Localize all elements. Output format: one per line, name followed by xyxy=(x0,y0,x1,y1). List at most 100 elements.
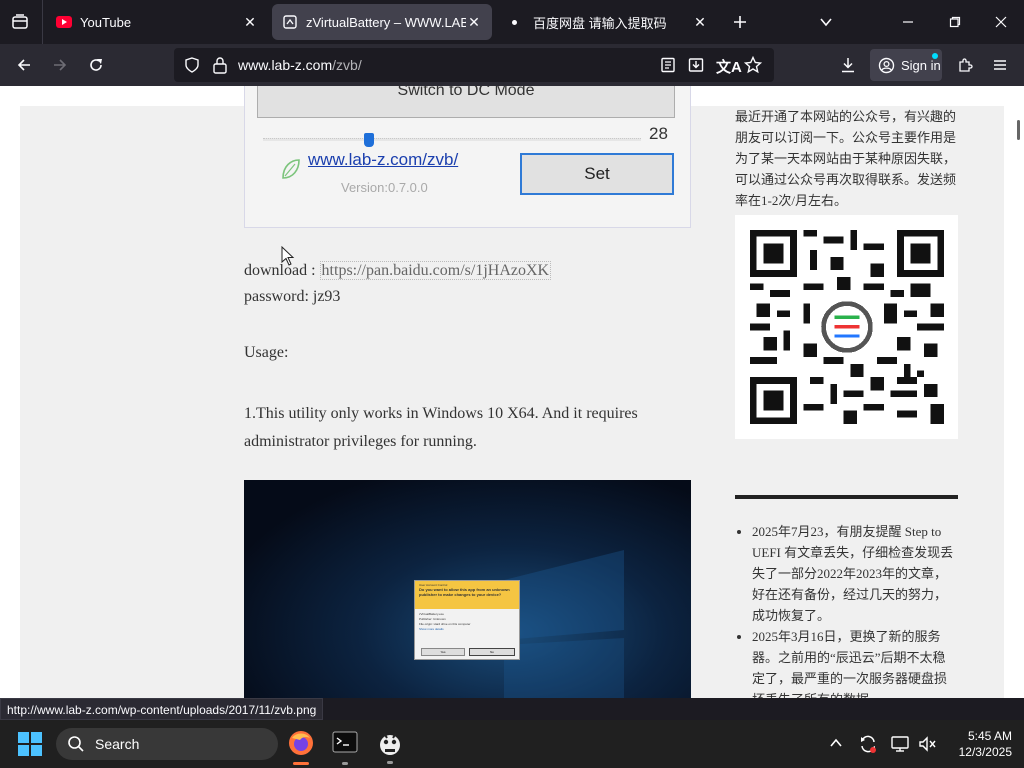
close-tab-icon[interactable]: ✕ xyxy=(692,14,708,30)
menu-button[interactable] xyxy=(988,53,1012,77)
sign-in-label: Sign in xyxy=(901,57,941,73)
youtube-icon xyxy=(56,16,72,28)
uac-dialog: User Account Control Do you want to allo… xyxy=(414,580,520,660)
taskbar-app-3[interactable] xyxy=(377,729,403,764)
tab-youtube[interactable]: YouTube ✕ xyxy=(46,4,268,40)
news-item-2: 2025年3月16日，更换了新的服务器。之前用的“辰迅云”后期不太稳定了，最严重… xyxy=(752,626,958,698)
clock-time: 5:45 AM xyxy=(967,729,1012,743)
sidebar-divider xyxy=(735,495,958,499)
tab-baidu[interactable]: 百度网盘 请输入提取码 ✕ xyxy=(496,4,718,40)
uac-question: Do you want to allow this app from an un… xyxy=(419,587,510,597)
puzzle-icon xyxy=(959,58,973,72)
close-tab-icon[interactable]: ✕ xyxy=(466,14,482,30)
news-list: 2025年7月23，有朋友提醒 Step to UEFI 有文章丢失，仔细检查发… xyxy=(735,521,958,698)
shield-icon[interactable] xyxy=(184,57,200,78)
forward-button[interactable] xyxy=(48,53,72,77)
taskbar-search[interactable]: Search xyxy=(56,728,278,760)
uac-screenshot-image[interactable]: User Account Control Do you want to allo… xyxy=(244,480,691,698)
set-button-image: Set xyxy=(520,153,674,195)
tray-sync-button[interactable] xyxy=(858,734,878,759)
page-scrollbar[interactable] xyxy=(1013,86,1024,698)
new-tab-button[interactable] xyxy=(728,10,752,34)
notification-dot-icon xyxy=(932,53,938,59)
search-icon xyxy=(68,736,84,752)
tray-overflow-button[interactable] xyxy=(829,736,843,755)
lock-icon[interactable] xyxy=(212,56,228,79)
navigation-bar: www.lab-z.com/zvb/ 文A Sign in xyxy=(0,44,1024,86)
volume-muted-icon xyxy=(919,736,936,752)
downloads-button[interactable] xyxy=(836,53,860,77)
mouse-cursor-icon xyxy=(281,246,295,266)
password-text: password: jz93 xyxy=(244,288,341,305)
taskbar-terminal[interactable] xyxy=(332,730,358,765)
maximize-button[interactable] xyxy=(943,10,967,34)
hamburger-icon xyxy=(994,60,1006,70)
bookmark-star-icon[interactable] xyxy=(743,55,763,79)
reload-button[interactable] xyxy=(84,53,108,77)
taskbar-firefox[interactable] xyxy=(288,730,314,765)
back-button[interactable] xyxy=(12,53,36,77)
download-link[interactable]: https://pan.baidu.com/s/1jHAzoXK xyxy=(319,261,552,280)
close-tab-icon[interactable]: ✕ xyxy=(242,14,258,30)
running-indicator xyxy=(387,761,393,764)
uac-no-button: No xyxy=(469,648,515,656)
download-icon xyxy=(842,58,854,73)
sidebar: 最近开通了本网站的公众号，有兴趣的朋友可以订阅一下。公众号主要作用是为了某一天本… xyxy=(735,106,958,698)
dot-icon xyxy=(512,19,517,25)
uac-no-label: No xyxy=(490,650,494,654)
version-text: Version:0.7.0.0 xyxy=(341,180,428,195)
active-indicator xyxy=(293,762,309,765)
tray-network-button[interactable] xyxy=(890,734,910,759)
document-icon xyxy=(283,15,297,29)
url-path: /zvb/ xyxy=(332,57,362,73)
news-item-1: 2025年7月23，有朋友提醒 Step to UEFI 有文章丢失，仔细检查发… xyxy=(752,521,958,626)
clock-date: 12/3/2025 xyxy=(958,745,1012,759)
chevron-down-icon xyxy=(820,18,832,27)
tray-volume-button[interactable] xyxy=(917,734,937,759)
url-domain: www.lab-z.com xyxy=(238,57,333,73)
start-button[interactable] xyxy=(18,732,42,761)
sign-in-button[interactable]: Sign in xyxy=(870,49,942,81)
wechat-intro-text: 最近开通了本网站的公众号，有兴趣的朋友可以订阅一下。公众号主要作用是为了某一天本… xyxy=(735,109,957,208)
running-indicator xyxy=(342,762,348,765)
plus-icon xyxy=(734,16,746,28)
reader-view-icon[interactable] xyxy=(660,57,676,78)
translate-icon[interactable]: 文A xyxy=(716,56,742,77)
qr-code-icon xyxy=(750,230,944,424)
close-window-button[interactable] xyxy=(989,10,1013,34)
sync-icon xyxy=(861,735,876,753)
mascot-app-icon xyxy=(380,732,400,755)
list-all-tabs-button[interactable] xyxy=(814,10,838,34)
minimize-icon xyxy=(903,21,913,23)
tab-zvirtualbattery[interactable]: zVirtualBattery – WWW.LAB-Z.C ✕ xyxy=(272,4,492,40)
network-icon xyxy=(891,736,909,752)
windows-start-icon xyxy=(18,732,42,756)
scrollbar-thumb[interactable] xyxy=(1017,120,1020,140)
address-bar[interactable]: www.lab-z.com/zvb/ 文A xyxy=(174,48,774,82)
extensions-button[interactable] xyxy=(953,53,977,77)
qr-code-image xyxy=(735,215,958,439)
reload-icon xyxy=(90,59,102,71)
status-link-preview: http://www.lab-z.com/wp-content/uploads/… xyxy=(0,698,324,720)
tab-title: 百度网盘 请输入提取码 xyxy=(533,15,667,31)
dc-mode-button-image: Switch to DC Mode xyxy=(257,86,675,118)
close-icon xyxy=(995,16,1007,28)
slider-value: 28 xyxy=(649,124,668,143)
uac-yes-label: Yes xyxy=(440,650,446,654)
app-screenshot-image[interactable]: Switch to DC Mode 28 www.lab-z.com/zvb/ … xyxy=(244,86,691,228)
terminal-icon xyxy=(332,731,358,753)
tab-title: zVirtualBattery – WWW.LAB-Z.C xyxy=(306,14,466,30)
url-text[interactable]: www.lab-z.com/zvb/ xyxy=(238,57,362,73)
usage-heading: Usage: xyxy=(244,344,289,361)
app-link: www.lab-z.com/zvb/ xyxy=(308,150,459,169)
save-to-pocket-icon[interactable] xyxy=(688,57,704,78)
tab-list-icon xyxy=(12,14,28,29)
search-label: Search xyxy=(95,736,140,752)
taskbar-clock[interactable]: 5:45 AM 12/3/2025 xyxy=(946,728,1012,760)
restore-icon xyxy=(949,16,961,28)
minimize-button[interactable] xyxy=(896,10,920,34)
firefox-icon xyxy=(289,731,313,755)
tab-list-button[interactable] xyxy=(8,10,32,34)
tab-title: YouTube xyxy=(80,14,132,30)
page-content: Switch to DC Mode 28 www.lab-z.com/zvb/ … xyxy=(0,86,1024,698)
